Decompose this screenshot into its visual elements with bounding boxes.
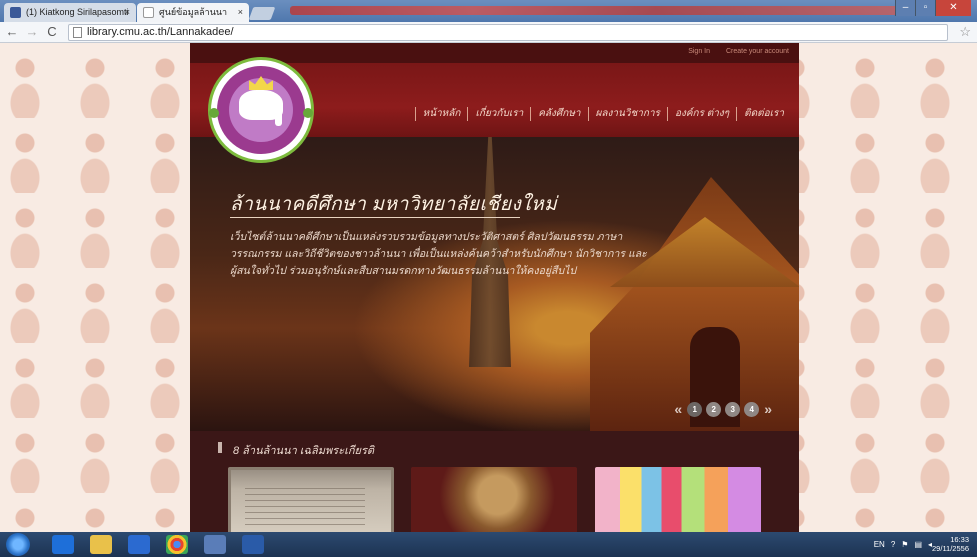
help-icon[interactable]: ? [891, 540, 895, 549]
language-indicator[interactable]: EN [874, 540, 885, 549]
file-explorer-icon[interactable] [90, 535, 112, 554]
page-icon [143, 7, 154, 18]
top-strip: Sign In Create your account [190, 43, 799, 63]
clock-time: 16:33 [950, 535, 969, 544]
os-taskbar: EN ? ⚑ ▤ ◂ 16:33 29/11/2556 [0, 532, 977, 557]
create-account-link[interactable]: Create your account [726, 48, 789, 55]
slide-dot-4[interactable]: 4 [744, 401, 760, 417]
system-tray: EN ? ⚑ ▤ ◂ 16:33 29/11/2556 [868, 535, 969, 553]
url-text: library.cmu.ac.th/Lannakadee/ [87, 26, 234, 38]
clock[interactable]: 16:33 29/11/2556 [932, 535, 969, 553]
reload-icon[interactable]: C [44, 24, 60, 40]
bookmark-star-icon[interactable]: ☆ [959, 24, 971, 40]
nav-contact[interactable]: ติดต่อเรา [736, 107, 791, 121]
site-container: Sign In Create your account หน้าหลัก เกี… [190, 43, 799, 532]
app-icon[interactable] [204, 535, 226, 554]
tab-title: (1) Kiatkong Sirilapasomti [26, 7, 129, 17]
page-icon [73, 27, 82, 38]
close-tab-icon[interactable]: × [125, 3, 130, 22]
nav-home[interactable]: หน้าหลัก [414, 107, 468, 121]
slider-prev-icon[interactable]: « [674, 401, 682, 417]
minimize-button[interactable]: – [895, 0, 915, 16]
university-logo[interactable] [208, 57, 314, 163]
internet-explorer-icon[interactable] [52, 535, 74, 554]
slider-controls: « 1 2 3 4 » [671, 401, 775, 417]
browser-toolbar: ← → C library.cmu.ac.th/Lannakadee/ ☆ [0, 22, 977, 43]
slide-dot-2[interactable]: 2 [706, 401, 722, 417]
nav-archive[interactable]: คลังศึกษา [530, 107, 587, 121]
collection-thumb-buddha[interactable] [411, 467, 577, 532]
blurred-region [290, 6, 900, 15]
leaf-icon [209, 108, 219, 118]
back-icon[interactable]: ← [4, 24, 20, 40]
nav-organizations[interactable]: องค์กร ต่างๆ [666, 107, 736, 121]
tab-title: ศูนย์ข้อมูลล้านนา [159, 7, 228, 17]
forward-icon[interactable]: → [24, 24, 40, 40]
close-tab-icon[interactable]: × [238, 3, 243, 22]
flag-icon[interactable]: ⚑ [901, 540, 908, 549]
collection-title: 8 ล้านล้านนา เฉลิมพระเกียรติ [233, 445, 375, 457]
nav-academic-works[interactable]: ผลงานวิชาการ [587, 107, 667, 121]
elephant-trunk [275, 106, 282, 126]
new-tab-button[interactable] [248, 7, 276, 20]
browser-tab-facebook[interactable]: (1) Kiatkong Sirilapasomti × [4, 3, 136, 22]
hero-description: เว็บไซต์ล้านนาคดีศึกษาเป็นแหล่งรวบรวมข้อ… [230, 231, 647, 277]
slide-dot-1[interactable]: 1 [687, 401, 703, 417]
address-bar[interactable]: library.cmu.ac.th/Lannakadee/ [68, 24, 948, 41]
network-icon[interactable]: ▤ [914, 540, 922, 549]
browser-tabbar: (1) Kiatkong Sirilapasomti × ศูนย์ข้อมูล… [0, 0, 977, 22]
page-viewport: Sign In Create your account หน้าหลัก เกี… [0, 43, 977, 532]
close-window-button[interactable]: ✕ [935, 0, 971, 16]
hero-divider [230, 217, 520, 218]
chrome-icon[interactable] [166, 535, 188, 554]
browser-tab-active[interactable]: ศูนย์ข้อมูลล้านนา × [137, 3, 249, 22]
clock-date: 29/11/2556 [932, 544, 969, 553]
media-player-icon[interactable] [128, 535, 150, 554]
start-button[interactable] [6, 533, 30, 556]
hero-slider: ล้านนาคดีศึกษา มหาวิทยาลัยเชียงใหม่ เว็บ… [190, 137, 799, 431]
manuscript-lines [245, 488, 365, 528]
leaf-icon [303, 108, 313, 118]
nav-about[interactable]: เกี่ยวกับเรา [467, 107, 530, 121]
collection-section: 8 ล้านล้านนา เฉลิมพระเกียรติ [190, 431, 799, 532]
word-icon[interactable] [242, 535, 264, 554]
main-nav: หน้าหลัก เกี่ยวกับเรา คลังศึกษา ผลงานวิช… [414, 107, 791, 121]
section-marker [218, 442, 222, 453]
maximize-button[interactable]: ▫ [915, 0, 935, 16]
facebook-icon [10, 7, 21, 18]
slide-dot-3[interactable]: 3 [725, 401, 741, 417]
collection-thumb-flags[interactable] [595, 467, 761, 532]
slider-next-icon[interactable]: » [764, 401, 772, 417]
window-controls: – ▫ ✕ [895, 0, 971, 16]
collection-thumb-manuscript[interactable] [228, 467, 394, 532]
hero-title: ล้านนาคดีศึกษา มหาวิทยาลัยเชียงใหม่ [230, 194, 558, 215]
account-links: Sign In Create your account [674, 48, 789, 55]
sign-in-link[interactable]: Sign In [688, 48, 710, 55]
